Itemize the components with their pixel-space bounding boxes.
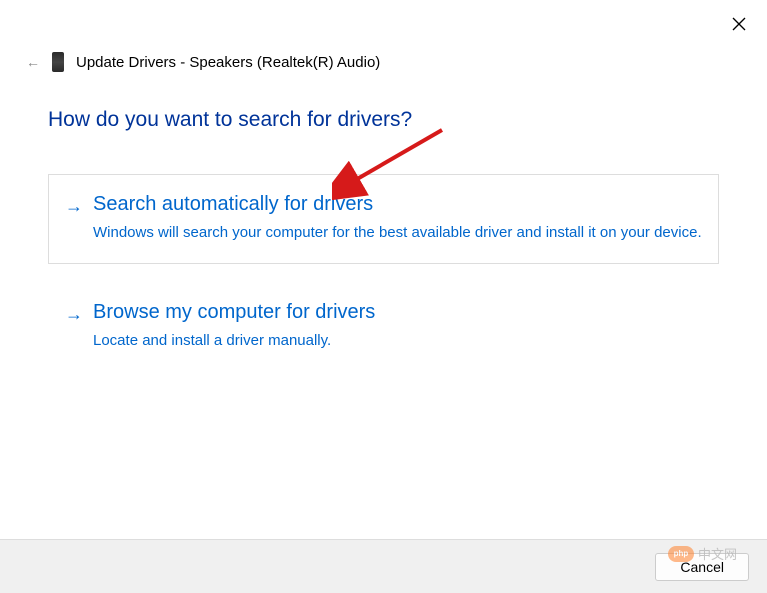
bottom-bar: Cancel xyxy=(0,539,767,593)
speaker-device-icon xyxy=(52,52,64,72)
option-body: Search automatically for drivers Windows… xyxy=(93,193,702,243)
cancel-button[interactable]: Cancel xyxy=(655,553,749,581)
dialog-header: ← Update Drivers - Speakers (Realtek(R) … xyxy=(26,52,380,72)
option-description: Locate and install a driver manually. xyxy=(93,330,702,351)
option-search-automatically[interactable]: → Search automatically for drivers Windo… xyxy=(48,174,719,264)
dialog-content: How do you want to search for drivers? →… xyxy=(48,108,719,390)
back-arrow-icon: ← xyxy=(26,54,40,70)
close-icon xyxy=(732,17,746,31)
option-description: Windows will search your computer for th… xyxy=(93,222,702,243)
window-title: Update Drivers - Speakers (Realtek(R) Au… xyxy=(76,54,380,71)
arrow-right-icon: → xyxy=(65,301,83,327)
option-title: Search automatically for drivers xyxy=(93,193,702,216)
option-title: Browse my computer for drivers xyxy=(93,301,702,324)
close-button[interactable] xyxy=(729,14,749,34)
page-heading: How do you want to search for drivers? xyxy=(48,108,719,132)
option-body: Browse my computer for drivers Locate an… xyxy=(93,301,702,351)
option-browse-computer[interactable]: → Browse my computer for drivers Locate … xyxy=(48,282,719,372)
arrow-right-icon: → xyxy=(65,193,83,219)
